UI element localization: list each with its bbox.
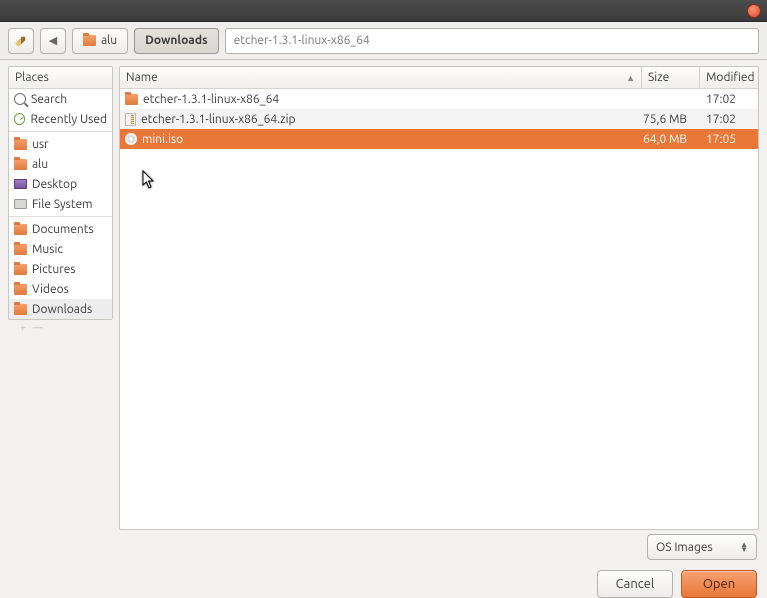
file-list: Name ▲ Size Modified etcher-1.3.1-linux-… [119, 66, 759, 530]
folder-icon [14, 224, 27, 235]
toolbar: ◀ alu Downloads etcher-1.3.1-linux-x86_6… [0, 22, 767, 60]
disc-icon [125, 133, 137, 145]
column-headers: Name ▲ Size Modified [120, 67, 758, 89]
location-entry[interactable]: etcher-1.3.1-linux-x86_64 [225, 28, 759, 54]
location-text: etcher-1.3.1-linux-x86_64 [234, 34, 370, 47]
updown-icon: ▲▼ [740, 542, 748, 552]
column-header-size[interactable]: Size [642, 67, 700, 88]
divider [9, 216, 112, 217]
sidebar-item[interactable]: Videos [9, 279, 112, 299]
path-label: Downloads [145, 34, 208, 47]
file-size [637, 89, 695, 109]
drive-icon [14, 199, 27, 209]
sidebar-item-label: Videos [32, 283, 69, 296]
folder-icon [14, 304, 27, 315]
folder-icon [14, 159, 27, 170]
back-button[interactable]: ◀ [40, 28, 66, 54]
folder-icon [14, 139, 27, 150]
sidebar-item[interactable]: Desktop [9, 174, 112, 194]
places-header: Places [9, 67, 112, 89]
sidebar-item[interactable]: Search [9, 89, 112, 109]
filter-label: OS Images [656, 541, 713, 554]
sidebar-item[interactable]: Recently Used [9, 109, 112, 129]
places-add-remove[interactable]: + — [8, 320, 113, 335]
column-header-modified[interactable]: Modified [700, 67, 758, 88]
edit-path-button[interactable] [8, 28, 34, 54]
path-segment-user[interactable]: alu [72, 28, 128, 54]
file-modified: 17:02 [700, 89, 758, 109]
pencil-icon [13, 32, 30, 49]
desktop-icon [14, 179, 27, 189]
file-modified: 17:02 [700, 109, 758, 129]
file-row[interactable]: etcher-1.3.1-linux-x86_64.zip 75,6 MB17:0… [120, 109, 758, 129]
sidebar-item-label: Music [32, 243, 63, 256]
divider [9, 131, 112, 132]
sidebar-item-label: File System [32, 198, 93, 211]
sidebar-item-label: Documents [32, 223, 94, 236]
sidebar-item[interactable]: alu [9, 154, 112, 174]
sidebar-item-label: usr [32, 138, 49, 151]
folder-icon [14, 284, 27, 295]
filter-combo[interactable]: OS Images ▲▼ [647, 534, 757, 560]
sidebar-item-label: Search [31, 93, 67, 106]
folder-icon [14, 264, 27, 275]
folder-icon [14, 244, 27, 255]
sidebar-item-label: Downloads [32, 303, 92, 316]
path-segment-current[interactable]: Downloads [134, 28, 219, 54]
folder-icon [125, 94, 138, 105]
sidebar-item[interactable]: Downloads [9, 299, 112, 319]
open-button[interactable]: Open [681, 570, 757, 598]
sidebar-item-label: Recently Used [30, 113, 107, 126]
file-modified: 17:05 [700, 129, 758, 149]
sidebar-item[interactable]: Music [9, 239, 112, 259]
close-icon[interactable] [747, 4, 761, 18]
file-size: 64,0 MB [637, 129, 695, 149]
archive-icon [125, 113, 136, 126]
sidebar-item[interactable]: File System [9, 194, 112, 214]
sidebar-item[interactable]: Pictures [9, 259, 112, 279]
window-titlebar [0, 0, 767, 22]
file-name: etcher-1.3.1-linux-x86_64.zip [141, 113, 296, 126]
cancel-button[interactable]: Cancel [597, 570, 673, 598]
sidebar-item[interactable]: usr [9, 134, 112, 154]
sidebar-item-label: alu [32, 158, 48, 171]
sidebar-item-label: Desktop [32, 178, 77, 191]
path-label: alu [101, 34, 117, 47]
search-icon [14, 93, 26, 105]
file-row[interactable]: etcher-1.3.1-linux-x86_64 17:02 [120, 89, 758, 109]
folder-icon [83, 35, 96, 46]
sort-asc-icon: ▲ [626, 73, 635, 83]
clock-icon [14, 113, 25, 125]
file-row[interactable]: mini.iso 64,0 MB17:05 [120, 129, 758, 149]
sidebar-item-label: Pictures [32, 263, 76, 276]
places-sidebar: Places Search Recently Used usr alu Desktop… [8, 66, 113, 320]
sidebar-item[interactable]: Documents [9, 219, 112, 239]
file-size: 75,6 MB [637, 109, 695, 129]
file-name: etcher-1.3.1-linux-x86_64 [143, 93, 279, 106]
column-header-name[interactable]: Name ▲ [120, 67, 642, 88]
file-name: mini.iso [142, 133, 183, 146]
